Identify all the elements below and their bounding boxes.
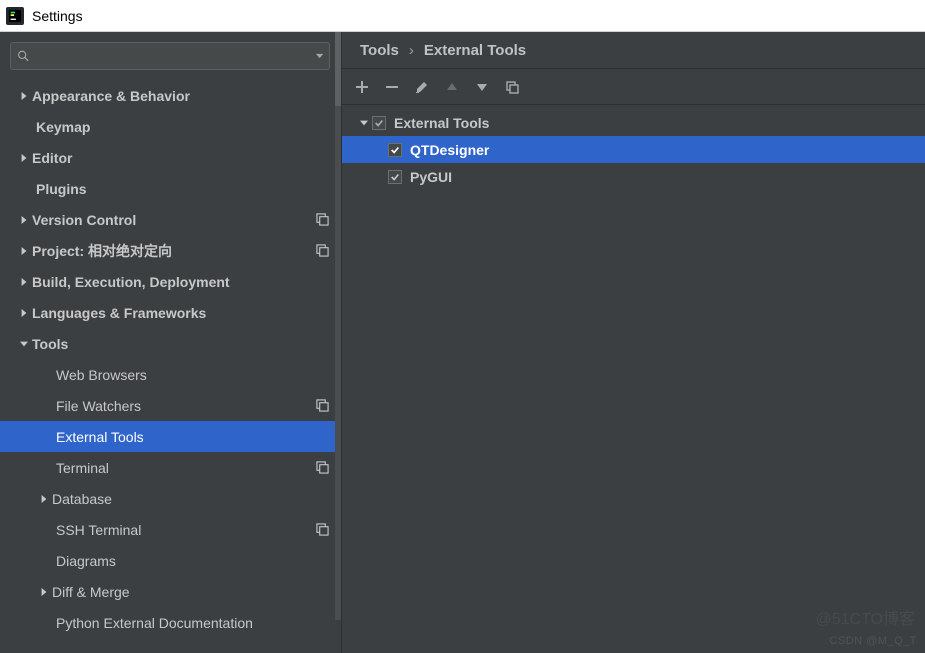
sidebar-item-label: Keymap bbox=[36, 119, 90, 135]
main-panel: Tools › External Tools External Tools QT… bbox=[342, 32, 925, 653]
breadcrumb-first: Tools bbox=[360, 42, 399, 59]
chevron-right-icon[interactable] bbox=[16, 247, 32, 255]
sidebar-item-build-execution-deployment[interactable]: Build, Execution, Deployment bbox=[0, 266, 341, 297]
move-up-button[interactable] bbox=[444, 79, 460, 95]
sidebar-item-plugins[interactable]: Plugins bbox=[0, 173, 341, 204]
chevron-right-icon[interactable] bbox=[16, 154, 32, 162]
chevron-down-icon[interactable] bbox=[316, 52, 323, 60]
sidebar-item-label: Project: 相对绝对定向 bbox=[32, 241, 172, 261]
sidebar-item-diff-merge[interactable]: Diff & Merge bbox=[0, 576, 341, 607]
copy-button[interactable] bbox=[504, 79, 520, 95]
ext-tool-pygui[interactable]: PyGUI bbox=[342, 163, 925, 190]
checkbox[interactable] bbox=[372, 116, 386, 130]
sidebar-item-label: Terminal bbox=[56, 460, 109, 476]
remove-button[interactable] bbox=[384, 79, 400, 95]
sidebar-item-label: SSH Terminal bbox=[56, 522, 141, 538]
sidebar-item-web-browsers[interactable]: Web Browsers bbox=[0, 359, 341, 390]
chevron-right-icon[interactable] bbox=[36, 588, 52, 596]
scrollbar-thumb[interactable] bbox=[335, 32, 341, 106]
ext-tool-label: QTDesigner bbox=[410, 142, 489, 158]
settings-sidebar: Appearance & Behavior Keymap Editor Plugins… bbox=[0, 32, 342, 653]
breadcrumb: Tools › External Tools bbox=[342, 32, 925, 68]
window-title: Settings bbox=[32, 8, 83, 24]
tools-toolbar bbox=[342, 69, 925, 105]
expand-icon[interactable] bbox=[356, 119, 372, 127]
project-overlay-icon bbox=[316, 213, 329, 226]
sidebar-item-label: Diagrams bbox=[56, 553, 116, 569]
project-overlay-icon bbox=[316, 523, 329, 536]
sidebar-item-tools[interactable]: Tools bbox=[0, 328, 341, 359]
edit-button[interactable] bbox=[414, 79, 430, 95]
sidebar-item-label: Languages & Frameworks bbox=[32, 305, 206, 321]
ext-tool-qtdesigner[interactable]: QTDesigner bbox=[342, 136, 925, 163]
sidebar-item-label: Diff & Merge bbox=[52, 584, 130, 600]
ext-tree-group-label: External Tools bbox=[394, 115, 489, 131]
chevron-right-icon[interactable] bbox=[36, 495, 52, 503]
breadcrumb-sep-icon: › bbox=[409, 42, 414, 59]
app-icon bbox=[6, 7, 24, 25]
sidebar-item-editor[interactable]: Editor bbox=[0, 142, 341, 173]
project-overlay-icon bbox=[316, 244, 329, 257]
search-input[interactable] bbox=[34, 49, 312, 64]
scrollbar[interactable] bbox=[335, 32, 341, 620]
ext-tree-group[interactable]: External Tools bbox=[342, 109, 925, 136]
sidebar-item-project[interactable]: Project: 相对绝对定向 bbox=[0, 235, 341, 266]
chevron-right-icon[interactable] bbox=[16, 278, 32, 286]
sidebar-item-label: Web Browsers bbox=[56, 367, 147, 383]
sidebar-item-languages-frameworks[interactable]: Languages & Frameworks bbox=[0, 297, 341, 328]
external-tools-tree[interactable]: External Tools QTDesigner PyGUI bbox=[342, 105, 925, 194]
watermark: @51CTO博客 bbox=[815, 605, 915, 629]
chevron-down-icon[interactable] bbox=[16, 340, 32, 348]
search-field[interactable] bbox=[10, 42, 330, 70]
sidebar-item-diagrams[interactable]: Diagrams bbox=[0, 545, 341, 576]
sidebar-item-appearance-behavior[interactable]: Appearance & Behavior bbox=[0, 80, 341, 111]
add-button[interactable] bbox=[354, 79, 370, 95]
sidebar-item-label: Python External Documentation bbox=[56, 615, 253, 631]
sidebar-item-label: Editor bbox=[32, 150, 72, 166]
checkbox[interactable] bbox=[388, 170, 402, 184]
project-overlay-icon bbox=[316, 399, 329, 412]
breadcrumb-second: External Tools bbox=[424, 42, 526, 59]
sidebar-item-keymap[interactable]: Keymap bbox=[0, 111, 341, 142]
sidebar-item-label: Tools bbox=[32, 336, 68, 352]
sidebar-item-file-watchers[interactable]: File Watchers bbox=[0, 390, 341, 421]
ext-tool-label: PyGUI bbox=[410, 169, 452, 185]
settings-tree[interactable]: Appearance & Behavior Keymap Editor Plugins… bbox=[0, 80, 341, 653]
sidebar-item-database[interactable]: Database bbox=[0, 483, 341, 514]
search-icon bbox=[17, 49, 30, 63]
checkbox[interactable] bbox=[388, 143, 402, 157]
sidebar-item-label: External Tools bbox=[56, 429, 144, 445]
sidebar-item-ssh-terminal[interactable]: SSH Terminal bbox=[0, 514, 341, 545]
chevron-right-icon[interactable] bbox=[16, 216, 32, 224]
move-down-button[interactable] bbox=[474, 79, 490, 95]
chevron-right-icon[interactable] bbox=[16, 92, 32, 100]
sidebar-item-label: Build, Execution, Deployment bbox=[32, 274, 230, 290]
project-overlay-icon bbox=[316, 461, 329, 474]
chevron-right-icon[interactable] bbox=[16, 309, 32, 317]
sidebar-item-label: File Watchers bbox=[56, 398, 141, 414]
sidebar-item-version-control[interactable]: Version Control bbox=[0, 204, 341, 235]
watermark: CSDN @M_Q_T bbox=[829, 635, 917, 647]
sidebar-item-terminal[interactable]: Terminal bbox=[0, 452, 341, 483]
titlebar: Settings bbox=[0, 0, 925, 32]
sidebar-item-label: Version Control bbox=[32, 212, 136, 228]
sidebar-item-external-tools[interactable]: External Tools bbox=[0, 421, 341, 452]
sidebar-item-python-external-documentation[interactable]: Python External Documentation bbox=[0, 607, 341, 638]
sidebar-item-label: Appearance & Behavior bbox=[32, 88, 190, 104]
sidebar-item-label: Plugins bbox=[36, 181, 87, 197]
sidebar-item-label: Database bbox=[52, 491, 112, 507]
